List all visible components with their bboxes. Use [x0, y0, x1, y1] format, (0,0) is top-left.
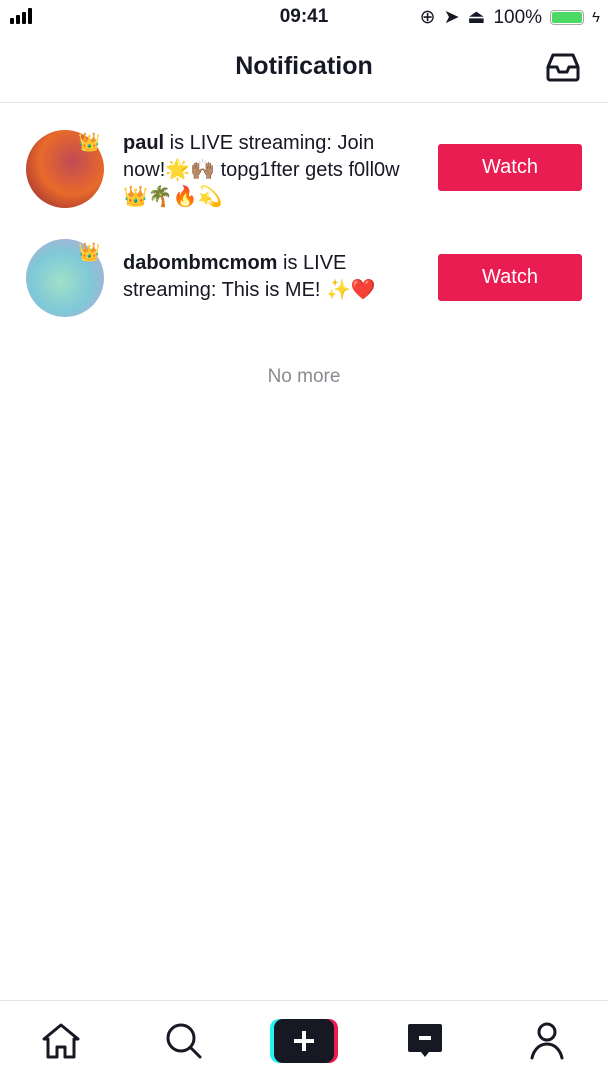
page-title: Notification — [235, 52, 373, 80]
charging-icon: ϟ — [592, 9, 600, 26]
watch-button[interactable]: Watch — [438, 144, 582, 191]
home-icon[interactable] — [40, 1021, 82, 1061]
battery-icon — [550, 10, 585, 25]
tab-bar — [0, 1000, 608, 1080]
username[interactable]: paul — [123, 132, 164, 154]
crown-icon: 👑 — [78, 242, 101, 262]
notification-text: paul is LIVE streaming: Join now!🌟🙌🏽 top… — [123, 132, 400, 208]
search-icon[interactable] — [164, 1021, 204, 1061]
no-more-label: No more — [267, 366, 341, 387]
notification-item: 👑 paul is LIVE streaming: Join now!🌟🙌🏽 t… — [0, 128, 608, 218]
watch-button[interactable]: Watch — [438, 254, 582, 301]
header: Notification — [0, 34, 608, 103]
inbox-icon[interactable] — [546, 52, 580, 82]
status-bar: 09:41 ⊕ ➤ ⏏ 100% ϟ — [0, 0, 608, 34]
airplay-icon: ⏏ — [467, 7, 486, 28]
profile-icon[interactable] — [528, 1021, 566, 1061]
username[interactable]: dabombmcmom — [123, 252, 277, 274]
create-button[interactable] — [270, 1019, 338, 1063]
orientation-lock-icon: ⊕ — [419, 7, 436, 28]
crown-icon: 👑 — [78, 132, 101, 152]
location-icon: ➤ — [443, 7, 460, 28]
battery-percent: 100% — [493, 6, 543, 28]
inbox-message-icon[interactable] — [406, 1021, 444, 1061]
notification-item: 👑 dabombmcmom is LIVE streaming: This is… — [0, 238, 608, 328]
notification-text: dabombmcmom is LIVE streaming: This is M… — [123, 252, 376, 301]
